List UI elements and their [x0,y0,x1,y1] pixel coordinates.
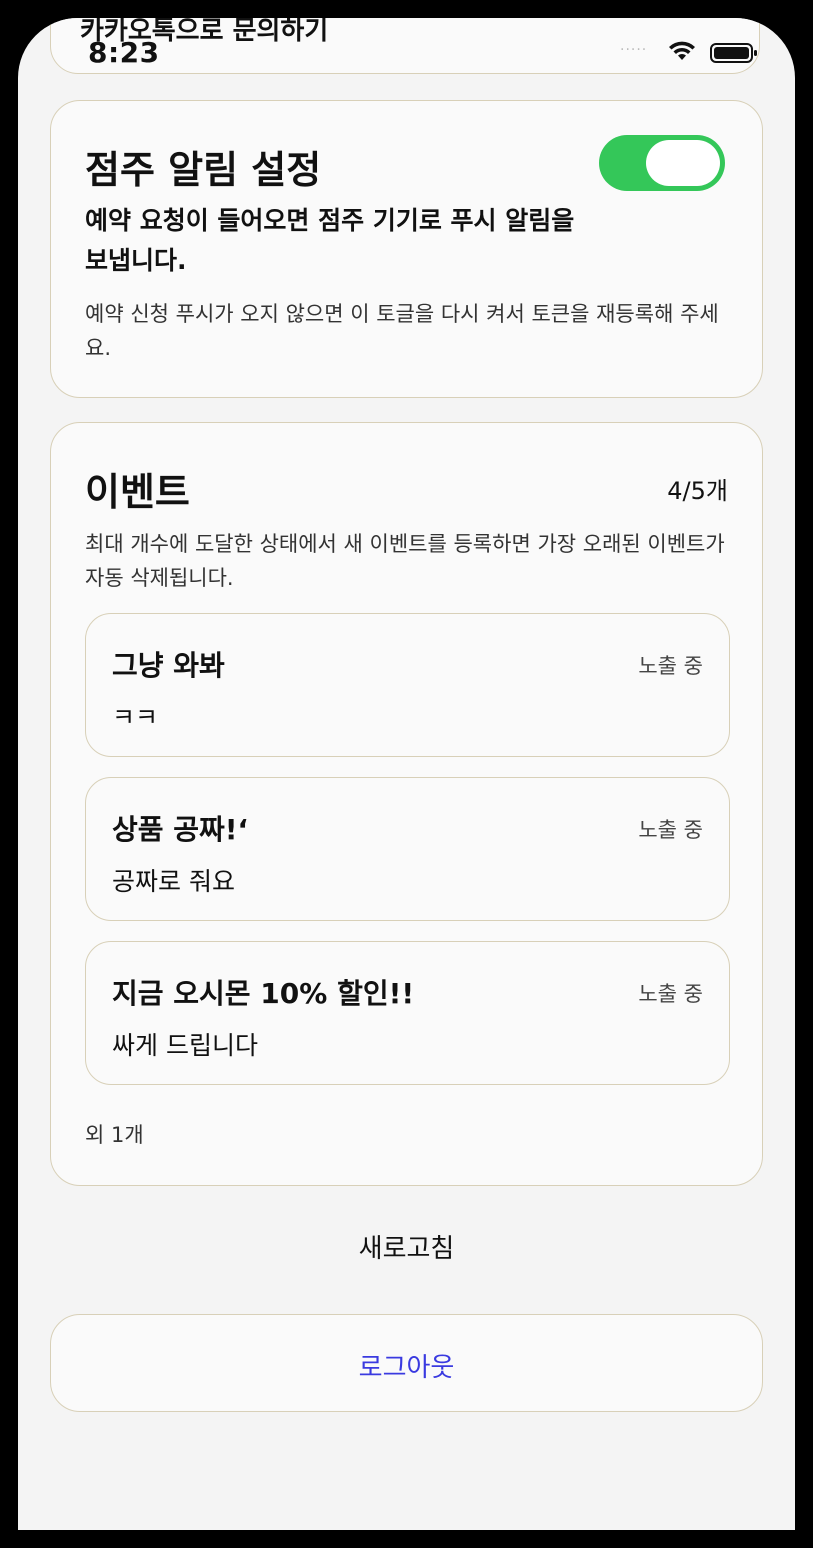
toggle-knob [646,140,720,186]
events-title: 이벤트 [85,470,190,514]
event-item-title: 지금 오시몬 10% 할인!! [112,977,415,1010]
battery-icon [710,43,757,63]
status-time: 8:23 [88,36,160,69]
event-item[interactable]: 상품 공짜!‘ 노출 중 공짜로 줘요 [85,777,730,921]
event-item-body: ㅋㅋ [112,703,159,732]
phone-frame: 카카오톡으로 문의하기 8:23 ····· 점주 알림 설정 예약 요청이 들… [0,0,813,1548]
logout-button[interactable]: 로그아웃 [50,1314,763,1412]
event-item[interactable]: 그냥 와봐 노출 중 ㅋㅋ [85,613,730,757]
owner-notification-card: 점주 알림 설정 예약 요청이 들어오면 점주 기기로 푸시 알림을 보냅니다.… [50,100,763,398]
events-count: 4/5개 [667,477,728,505]
event-item-status: 노출 중 [638,818,703,842]
event-item-title: 그냥 와봐 [112,649,225,682]
events-more-count: 외 1개 [85,1123,144,1147]
events-description: 최대 개수에 도달한 상태에서 새 이벤트를 등록하면 가장 오래된 이벤트가 … [85,532,725,590]
event-item-body: 싸게 드립니다 [112,1031,258,1060]
notification-toggle[interactable] [599,135,725,191]
event-item-body: 공짜로 줘요 [112,867,235,896]
event-item-status: 노출 중 [638,982,703,1006]
event-item[interactable]: 지금 오시몬 10% 할인!! 노출 중 싸게 드립니다 [85,941,730,1085]
wifi-icon [669,41,695,60]
signal-dots: ····· [620,42,648,58]
refresh-button[interactable]: 새로고침 [18,1228,795,1272]
screen: 카카오톡으로 문의하기 8:23 ····· 점주 알림 설정 예약 요청이 들… [18,18,795,1530]
notification-title: 점주 알림 설정 [85,148,322,192]
events-card: 이벤트 4/5개 최대 개수에 도달한 상태에서 새 이벤트를 등록하면 가장 … [50,422,763,1186]
status-bar: 8:23 ····· [18,18,795,74]
notification-description: 예약 요청이 들어오면 점주 기기로 푸시 알림을 보냅니다. [85,206,575,275]
event-item-title: 상품 공짜!‘ [112,813,249,846]
event-item-status: 노출 중 [638,654,703,678]
logout-label: 로그아웃 [358,1353,455,1383]
notification-note: 예약 신청 푸시가 오지 않으면 이 토글을 다시 켜서 토큰을 재등록해 주세… [85,302,719,360]
